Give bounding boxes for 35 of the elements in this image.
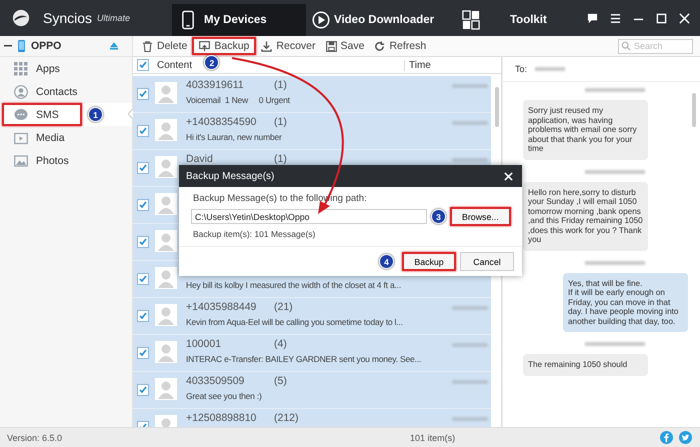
- message-preview: Hi it's Lauran, new number: [186, 131, 283, 143]
- recipient-label: To:: [515, 64, 528, 74]
- backup-summary: Backup item(s): 101 Message(s): [193, 229, 316, 239]
- step-number: 3: [431, 209, 446, 224]
- contact-number: +14035988449: [186, 301, 258, 314]
- contact-number: 100001: [186, 338, 222, 351]
- dialog-title: Backup Message(s): [186, 170, 274, 182]
- message-preview: Voicemail 1 New 0 Urgent: [186, 94, 291, 106]
- message-preview: Great see you then :): [186, 390, 263, 402]
- contact-number: 4033919611: [186, 79, 245, 92]
- message-preview: Hey bill its kolby I measured the width of the closet at 4 ft a...: [186, 279, 402, 291]
- message-count: (4): [274, 338, 287, 351]
- item-count: 101 item(s): [410, 432, 456, 442]
- message-preview: INTERAC e-Transfer: BAILEY GARDNER sent you money. See...: [186, 353, 422, 365]
- message-preview: Kevin from Aqua-Eel will be calling you sometime today to l...: [186, 316, 404, 328]
- app-name: Syncios: [43, 10, 92, 26]
- message-count: (212): [274, 412, 299, 425]
- received-message-bubble: Sorry just reused my application, was having problems with email one sorry about that thank you for your time: [523, 100, 648, 160]
- step-number: 2: [204, 55, 220, 70]
- contact-number: 4033509509: [186, 375, 246, 388]
- contact-number: David: [186, 153, 214, 166]
- app-edition: Ultimate: [97, 13, 130, 23]
- message-count: (21): [274, 301, 293, 314]
- contact-number: +14038354590: [186, 116, 258, 129]
- step-number: 4: [379, 254, 394, 269]
- version-text: Version: 6.5.0: [7, 432, 62, 442]
- message-count: (5): [274, 375, 287, 388]
- received-message-bubble: The remaining 1050 should: [523, 354, 648, 376]
- device-name: OPPO: [31, 40, 62, 52]
- message-count: (1): [274, 116, 287, 129]
- contact-number: +12508898810: [186, 412, 258, 425]
- sent-message-bubble: Yes, that will be fine. If it will be early enough on Friday, you can move in that day. I have people moving into another building that day, too.: [563, 272, 688, 332]
- message-count: (1): [274, 153, 287, 166]
- message-count: (1): [274, 79, 287, 92]
- received-message-bubble: Hello ron here,sorry to disturb your Sunday ,I will email 1050 tomorrow morning ,bank opens ,and this Friday remaining 1050 ,does this work for you ? Thank you: [523, 182, 648, 251]
